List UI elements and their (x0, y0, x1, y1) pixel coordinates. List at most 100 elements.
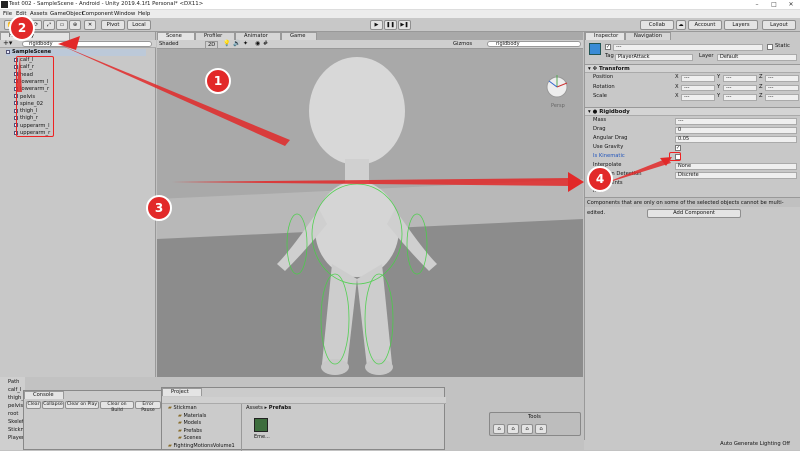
transform-x-field[interactable]: --- (681, 75, 715, 82)
static-label: Static (775, 43, 790, 49)
console-clear-on-play-button[interactable]: Clear on Play (65, 401, 99, 409)
pivot-toggle[interactable]: Pivot (101, 20, 125, 30)
menu-gameobject[interactable]: GameObject (50, 10, 84, 18)
transform-y-field[interactable]: --- (723, 94, 757, 101)
transform-x-field[interactable]: --- (681, 84, 715, 91)
path-item[interactable]: Skelet (8, 419, 24, 425)
close-icon[interactable]: ✕ (784, 0, 798, 10)
minimize-icon[interactable]: – (750, 0, 764, 10)
transform-z-field[interactable]: --- (765, 84, 799, 91)
grid-icon[interactable]: # (263, 40, 268, 47)
lighting-icon[interactable]: 💡 (223, 40, 230, 47)
annotation-highlight-hierarchy (16, 56, 54, 137)
transform-scale-label: Scale (593, 93, 607, 99)
hidden-objects-icon[interactable]: ◉ (255, 40, 260, 47)
scale-tool-icon[interactable]: ⤢ (43, 20, 55, 30)
custom-tool-icon[interactable]: ✕ (84, 20, 96, 30)
transform-tool-icon[interactable]: ⊕ (69, 20, 81, 30)
folder-item[interactable]: ▰ Models (178, 420, 201, 426)
play-button[interactable]: ▶ (370, 20, 383, 30)
angular-drag-field[interactable]: 0.05 (675, 136, 797, 143)
folder-item[interactable]: ▰ Stickman (168, 405, 197, 411)
console-clear-button[interactable]: Clear (26, 401, 41, 409)
collab-button[interactable]: Collab (640, 20, 674, 30)
tab-scene[interactable]: Scene (157, 32, 195, 40)
static-checkbox[interactable] (767, 44, 773, 50)
breadcrumb-assets[interactable]: Assets (246, 405, 263, 411)
audio-icon[interactable]: 🔊 (233, 40, 240, 47)
maximize-icon[interactable]: □ (767, 0, 781, 10)
scene-search-input[interactable]: rigidbody (487, 41, 581, 47)
angular-drag-label: Angular Drag (593, 135, 628, 141)
folder-item[interactable]: ▰ Materials (178, 413, 206, 419)
path-item[interactable]: calf_l (8, 387, 21, 393)
tab-project[interactable]: Project (162, 388, 202, 396)
console-collapse-button[interactable]: Collapse (42, 401, 64, 409)
path-item[interactable]: Player (8, 435, 24, 441)
layers-dropdown[interactable]: Layers (724, 20, 758, 30)
interpolate-dropdown[interactable]: None (675, 163, 797, 170)
axis-z-label: Z (759, 93, 763, 99)
scene-viewport[interactable]: Persp (157, 49, 583, 377)
local-toggle[interactable]: Local (127, 20, 151, 30)
rect-tool-icon[interactable]: ▭ (56, 20, 68, 30)
folder-label: Models (183, 420, 202, 426)
prefab-thumbnail-icon[interactable] (254, 418, 268, 432)
transform-y-field[interactable]: --- (723, 75, 757, 82)
menu-file[interactable]: File (3, 10, 12, 18)
tool-d-icon[interactable]: ⌂ (535, 424, 547, 434)
annotation-highlight-kinematic (669, 152, 681, 161)
transform-z-field[interactable]: --- (765, 75, 799, 82)
shading-dropdown[interactable]: Shaded (159, 41, 179, 47)
tab-animator[interactable]: Animator (235, 32, 281, 40)
object-name-field[interactable]: --- (613, 44, 763, 51)
folder-item[interactable]: ▰ Scenes (178, 435, 201, 441)
console-clear-on-build-button[interactable]: Clear on Build (100, 401, 134, 413)
scene-orientation-gizmo[interactable]: Persp (546, 75, 568, 109)
tab-console[interactable]: Console (24, 391, 64, 399)
transform-z-field[interactable]: --- (765, 94, 799, 101)
active-checkbox[interactable]: ✓ (605, 44, 611, 50)
layout-dropdown[interactable]: Layout (762, 20, 796, 30)
tool-b-icon[interactable]: ⌂ (507, 424, 519, 434)
tool-c-icon[interactable]: ⌂ (521, 424, 533, 434)
folder-item[interactable]: ▰ FightingMotionsVolume1 (168, 443, 235, 449)
effects-icon[interactable]: ✦ (243, 40, 248, 47)
tools-overlay: Tools ⌂ ⌂ ⌂ ⌂ (489, 412, 581, 436)
tab-profiler[interactable]: Profiler (195, 32, 235, 40)
path-item[interactable]: root (8, 411, 18, 417)
console-error-pause-button[interactable]: Error Pause (135, 401, 161, 413)
tab-navigation[interactable]: Navigation (625, 32, 671, 40)
layer-dropdown[interactable]: Default (717, 54, 797, 61)
breadcrumb-prefabs[interactable]: Prefabs (269, 405, 291, 411)
account-dropdown[interactable]: Account (688, 20, 722, 30)
tab-inspector[interactable]: Inspector (585, 32, 625, 40)
mass-field[interactable]: --- (675, 118, 797, 125)
path-item[interactable]: pelvis (8, 403, 23, 409)
transform-header[interactable]: ▾ ✥ Transform (585, 64, 800, 73)
menu-component[interactable]: Component (82, 10, 113, 18)
transform-x-field[interactable]: --- (681, 94, 715, 101)
transform-y-field[interactable]: --- (723, 84, 757, 91)
2d-toggle[interactable]: 2D (205, 41, 219, 49)
tag-dropdown[interactable]: PlayerAttack (615, 54, 693, 61)
hierarchy-search-input[interactable]: rigidbody (22, 41, 152, 47)
folder-item[interactable]: ▰ Prefabs (178, 428, 202, 434)
menu-window[interactable]: Window (114, 10, 135, 18)
add-component-button[interactable]: Add Component (647, 209, 741, 218)
drag-field[interactable]: 0 (675, 127, 797, 134)
status-text: Auto Generate Lighting Off (720, 441, 790, 447)
menu-assets[interactable]: Assets (30, 10, 48, 18)
tool-a-icon[interactable]: ⌂ (493, 424, 505, 434)
collision-detection-dropdown[interactable]: Discrete (675, 172, 797, 179)
tab-game[interactable]: Game (281, 32, 317, 40)
gizmos-dropdown[interactable]: Gizmos (453, 41, 472, 47)
step-button[interactable]: ▶❚ (398, 20, 411, 30)
cloud-icon[interactable]: ☁ (676, 20, 686, 30)
create-icon[interactable]: +▾ (3, 40, 12, 47)
pause-button[interactable]: ❚❚ (384, 20, 397, 30)
tag-label: Tag (605, 53, 614, 59)
use-gravity-checkbox[interactable]: ✓ (675, 145, 681, 151)
menu-help[interactable]: Help (138, 10, 150, 18)
rigidbody-header[interactable]: ▾ ● Rigidbody (585, 107, 800, 116)
